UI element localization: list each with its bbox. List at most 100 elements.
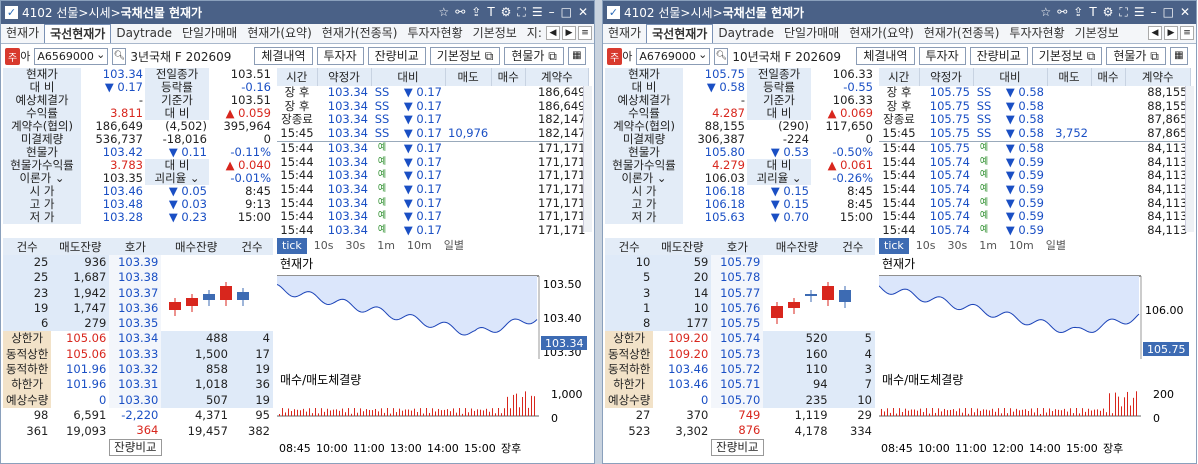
maximize-icon[interactable]: □ (1163, 5, 1174, 20)
tab-6[interactable]: 투자자현황 (402, 24, 467, 43)
minimize-icon[interactable]: – (549, 5, 555, 20)
tab-list-icon[interactable]: ≡ (578, 26, 592, 40)
ask-price[interactable]: 105.76 (711, 300, 764, 317)
search-icon[interactable]: 🔍︎ (714, 47, 729, 65)
bid-price[interactable]: 105.74 (711, 331, 764, 347)
balance-compare-button[interactable]: 잔량비교 (108, 438, 162, 456)
chart-tab-0[interactable]: tick (879, 238, 909, 254)
bid-price[interactable]: 103.31 (109, 377, 162, 393)
tab-4[interactable]: 현재가(요약) (242, 24, 317, 43)
star-icon[interactable]: ☆ (438, 5, 449, 20)
close-icon[interactable]: ✕ (578, 5, 588, 20)
chart-tab-5[interactable]: 일별 (439, 238, 469, 254)
bid-price[interactable]: 105.73 (711, 346, 764, 363)
chart-tab-2[interactable]: 30s (341, 238, 371, 254)
tab-prev-icon[interactable]: ◀ (1148, 26, 1162, 40)
tab-2[interactable]: Daytrade (713, 24, 779, 43)
toolbar-button-2[interactable]: 잔량비교 (367, 47, 426, 65)
star-icon[interactable]: ☆ (1040, 5, 1051, 20)
fullscreen-icon[interactable]: ⛶ (1119, 5, 1127, 20)
ask-price[interactable]: 103.37 (109, 285, 162, 301)
bid-price[interactable]: 103.33 (109, 346, 162, 363)
ask-price[interactable]: 103.35 (109, 316, 162, 332)
tab-5[interactable]: 현재가(전종목) (919, 24, 1005, 43)
toolbar-button-1[interactable]: 투자자 (918, 47, 966, 65)
menu-icon[interactable]: ☰ (532, 5, 543, 20)
bid-volume: 94 (763, 377, 831, 393)
ask-price[interactable]: 103.36 (109, 300, 162, 317)
title-bar[interactable]: ✓ 4102 선물>시세>국채선물 현재가 ☆ ⚯ ⇪ T ⚙ ⛶ ☰ – □ … (1, 1, 594, 24)
link-icon[interactable]: ⚯ (455, 5, 465, 20)
tab-next-icon[interactable]: ▶ (562, 26, 576, 40)
trade-scrollbar[interactable] (1185, 86, 1194, 232)
bid-price[interactable]: 103.32 (109, 362, 162, 378)
tab-prev-icon[interactable]: ◀ (546, 26, 560, 40)
tab-0[interactable]: 현재가 (1, 24, 44, 43)
tab-3[interactable]: 단일가매매 (177, 24, 242, 43)
chart-tab-4[interactable]: 10m (402, 238, 437, 254)
tab-7[interactable]: 기본정보 (468, 24, 522, 43)
ask-price[interactable]: 105.78 (711, 270, 764, 286)
code-input[interactable]: A6569000 (34, 47, 109, 65)
search-icon[interactable]: 🔍︎ (112, 47, 127, 65)
tab-5[interactable]: 현재가(전종목) (317, 24, 403, 43)
settings-icon[interactable]: ⚙ (501, 5, 512, 20)
code-input[interactable]: A6769000 (636, 47, 711, 65)
price-chart[interactable]: 현재가106.00105.751W1M매수/매도체결량200008:4510:0… (834, 254, 1191, 455)
ask-price[interactable]: 105.77 (711, 285, 764, 301)
bid-price[interactable]: 105.71 (711, 377, 764, 393)
chart-tab-3[interactable]: 1m (974, 238, 1002, 254)
title-bar[interactable]: ✓ 4102 선물>시세>국채선물 현재가 ☆ ⚯ ⇪ T ⚙ ⛶ ☰ – □ … (603, 1, 1196, 24)
bid-price[interactable]: 103.30 (109, 392, 162, 408)
text-icon[interactable]: T (487, 5, 494, 20)
grid-icon[interactable]: ▦ (1169, 47, 1188, 65)
tab-8[interactable]: 지: (522, 24, 547, 43)
toolbar-button-3[interactable]: 기본정보 ⧉ (429, 47, 501, 65)
chart-tab-4[interactable]: 10m (1004, 238, 1039, 254)
link-icon[interactable]: ⚯ (1057, 5, 1067, 20)
tab-3[interactable]: 단일가매매 (779, 24, 844, 43)
toolbar-button-2[interactable]: 잔량비교 (969, 47, 1028, 65)
tab-6[interactable]: 투자자현황 (1004, 24, 1069, 43)
balance-compare-button[interactable]: 잔량비교 (710, 438, 764, 456)
toolbar-button-4[interactable]: 현물가 ⧉ (1106, 47, 1166, 65)
tab-list-icon[interactable]: ≡ (1180, 26, 1194, 40)
toolbar-button-1[interactable]: 투자자 (316, 47, 364, 65)
menu-icon[interactable]: ☰ (1134, 5, 1145, 20)
toolbar-button-4[interactable]: 현물가 ⧉ (504, 47, 564, 65)
export-icon[interactable]: ⇪ (471, 5, 481, 20)
tab-0[interactable]: 현재가 (603, 24, 646, 43)
trade-scrollbar[interactable] (583, 86, 592, 232)
chart-tab-2[interactable]: 30s (943, 238, 973, 254)
ask-price[interactable]: 105.75 (711, 316, 764, 332)
maximize-icon[interactable]: □ (561, 5, 572, 20)
chart-tab-1[interactable]: 10s (911, 238, 941, 254)
chart-tab-5[interactable]: 일별 (1041, 238, 1071, 254)
text-icon[interactable]: T (1089, 5, 1096, 20)
tab-2[interactable]: Daytrade (111, 24, 177, 43)
bid-price[interactable]: 103.34 (109, 331, 162, 347)
bid-price[interactable]: 105.70 (711, 392, 764, 408)
close-icon[interactable]: ✕ (1180, 5, 1190, 20)
tab-7[interactable]: 기본정보 (1070, 24, 1124, 43)
ask-price[interactable]: 105.79 (711, 255, 764, 271)
price-chart[interactable]: 현재가103.50103.40103.30103.341W1M매수/매도체결량1… (232, 254, 589, 455)
settings-icon[interactable]: ⚙ (1103, 5, 1114, 20)
toolbar-button-0[interactable]: 체결내역 (856, 47, 915, 65)
ask-price[interactable]: 103.38 (109, 270, 162, 286)
toolbar-button-3[interactable]: 기본정보 ⧉ (1031, 47, 1103, 65)
chart-tab-3[interactable]: 1m (372, 238, 400, 254)
export-icon[interactable]: ⇪ (1073, 5, 1083, 20)
tab-4[interactable]: 현재가(요약) (844, 24, 919, 43)
tab-next-icon[interactable]: ▶ (1164, 26, 1178, 40)
tab-1[interactable]: 국선현재가 (646, 24, 714, 43)
chart-tab-0[interactable]: tick (277, 238, 307, 254)
ask-price[interactable]: 103.39 (109, 255, 162, 271)
bid-price[interactable]: 105.72 (711, 362, 764, 378)
minimize-icon[interactable]: – (1151, 5, 1157, 20)
grid-icon[interactable]: ▦ (567, 47, 586, 65)
tab-1[interactable]: 국선현재가 (44, 24, 112, 43)
fullscreen-icon[interactable]: ⛶ (517, 5, 525, 20)
chart-tab-1[interactable]: 10s (309, 238, 339, 254)
toolbar-button-0[interactable]: 체결내역 (254, 47, 313, 65)
